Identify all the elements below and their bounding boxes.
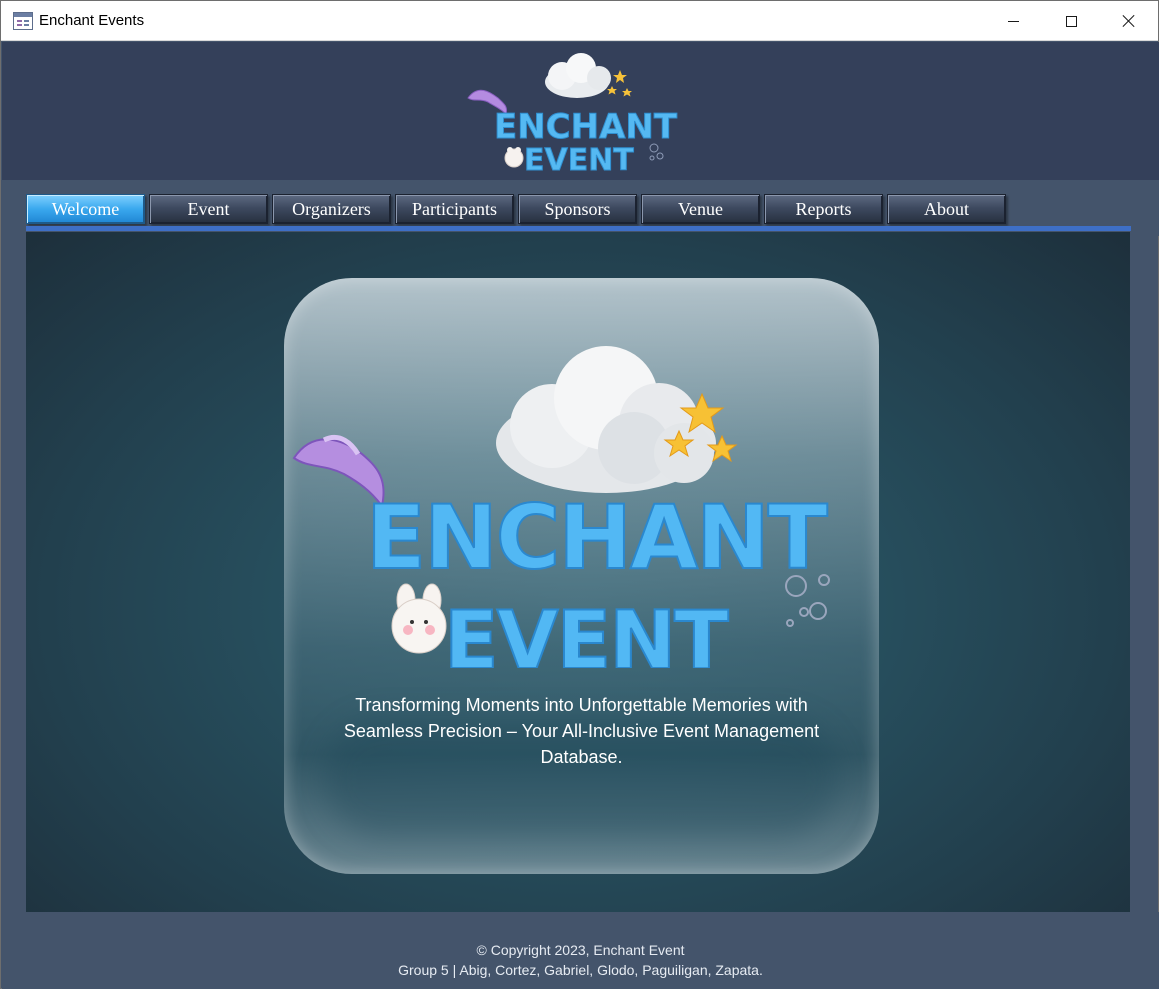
minimize-button[interactable] (984, 1, 1042, 41)
tab-about[interactable]: About (887, 194, 1006, 224)
minimize-icon (1007, 20, 1019, 22)
tagline: Transforming Moments into Unforgettable … (343, 695, 820, 767)
tab-reports[interactable]: Reports (764, 194, 883, 224)
copyright-text: © Copyright 2023, Enchant Event (476, 942, 685, 958)
welcome-card: ENCHANT EVENT Transforming Moments into … (284, 278, 879, 874)
credits-text: Group 5 | Abig, Cortez, Gabriel, Glodo, … (398, 962, 763, 978)
tab-event[interactable]: Event (149, 194, 268, 224)
logo-text-line1: ENCHANT (494, 107, 678, 147)
window-title: Enchant Events (39, 12, 145, 29)
maximize-icon (1065, 15, 1077, 27)
close-button[interactable] (1100, 1, 1158, 41)
footer: © Copyright 2023, Enchant Event Group 5 … (2, 912, 1159, 989)
welcome-panel: ENCHANT EVENT Transforming Moments into … (26, 232, 1130, 912)
cloud-icon (496, 346, 716, 493)
enchant-event-logo-small: ENCHANT EVENT (467, 53, 678, 176)
access-form-icon (13, 12, 33, 30)
tab-welcome[interactable]: Welcome (26, 194, 145, 224)
close-icon (1122, 14, 1136, 28)
title-bar: Enchant Events (1, 1, 1158, 41)
nav-bar: Welcome Event Organizers Participants Sp… (2, 180, 1159, 236)
logo-text-line2: EVENT (444, 594, 729, 668)
maximize-button[interactable] (1042, 1, 1100, 41)
nav-underline (26, 226, 1131, 231)
tab-organizers[interactable]: Organizers (272, 194, 391, 224)
tab-participants[interactable]: Participants (395, 194, 514, 224)
tab-sponsors[interactable]: Sponsors (518, 194, 637, 224)
tab-venue[interactable]: Venue (641, 194, 760, 224)
bunny-icon (391, 583, 447, 654)
enchant-event-logo-large: ENCHANT EVENT (292, 346, 831, 668)
app-window: Enchant Events ENCHANT EVENT Welcome Eve… (0, 0, 1159, 989)
star-icon (607, 70, 632, 97)
cloud-icon (545, 53, 611, 98)
logo-text-line2: EVENT (524, 143, 634, 176)
header-banner: ENCHANT EVENT (2, 42, 1159, 180)
logo-text-line1: ENCHANT (366, 486, 828, 589)
